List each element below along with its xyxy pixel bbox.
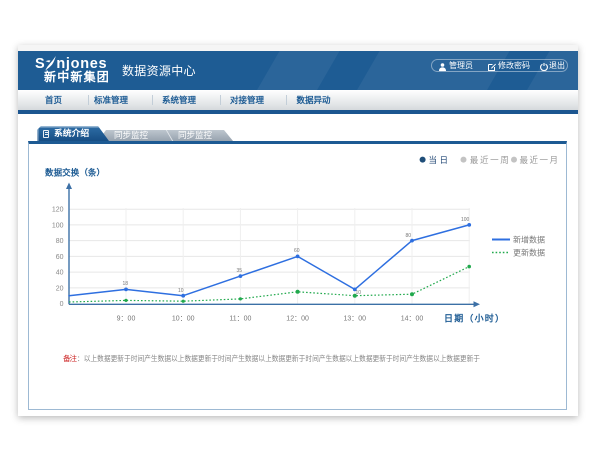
svg-text:：以上数据更新于时间产生数据以上数据更新于时间产生数据以上数: ：以上数据更新于时间产生数据以上数据更新于时间产生数据以上数据更新于时间产生数据… — [77, 353, 480, 363]
svg-text:11：00: 11：00 — [229, 316, 251, 323]
svg-text:当日: 当日 — [429, 155, 449, 165]
svg-text:10: 10 — [356, 290, 362, 296]
svg-text:13：00: 13：00 — [344, 316, 367, 323]
svg-text:9：00: 9：00 — [117, 316, 136, 323]
svg-text:100: 100 — [461, 217, 470, 223]
svg-text:20: 20 — [56, 285, 64, 292]
svg-text:日期（小时）: 日期（小时） — [444, 313, 504, 324]
svg-text:40: 40 — [56, 270, 64, 277]
svg-text:10: 10 — [178, 288, 184, 294]
svg-text:备注: 备注 — [63, 353, 78, 363]
svg-text:12：00: 12：00 — [286, 316, 309, 323]
svg-text:80: 80 — [56, 238, 64, 245]
svg-text:14：00: 14：00 — [401, 316, 424, 323]
svg-text:35: 35 — [237, 268, 243, 274]
svg-text:80: 80 — [406, 233, 412, 239]
svg-text:60: 60 — [56, 254, 64, 261]
svg-text:18: 18 — [123, 281, 129, 287]
svg-text:最近一周: 最近一周 — [470, 155, 509, 165]
svg-text:更新数据: 更新数据 — [513, 248, 545, 258]
svg-text:最近一月: 最近一月 — [520, 155, 559, 165]
svg-text:新增数据: 新增数据 — [513, 235, 545, 245]
svg-text:10：00: 10：00 — [172, 316, 195, 323]
svg-text:100: 100 — [52, 222, 64, 229]
svg-text:数据交换（条）: 数据交换（条） — [45, 168, 105, 178]
svg-text:120: 120 — [52, 207, 64, 214]
svg-text:0: 0 — [60, 301, 64, 308]
svg-text:60: 60 — [294, 248, 300, 254]
